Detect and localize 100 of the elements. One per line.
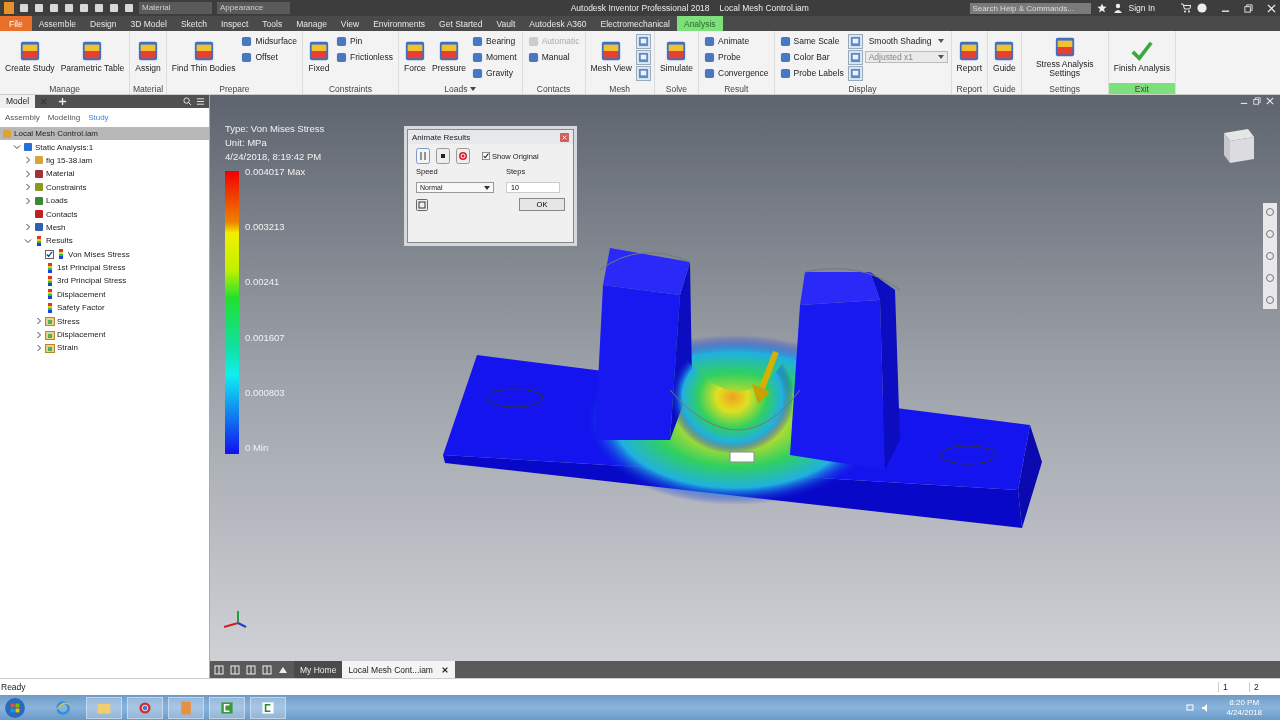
- tree-item[interactable]: Strain: [57, 343, 78, 353]
- expand-icon[interactable]: [35, 317, 43, 326]
- menu-tab[interactable]: Inspect: [213, 16, 256, 31]
- start-button[interactable]: [4, 696, 26, 719]
- checkbox[interactable]: [482, 152, 490, 160]
- ribbon-button[interactable]: Bearing: [470, 35, 519, 47]
- menu-tab[interactable]: Autodesk A360: [522, 16, 594, 31]
- close-icon[interactable]: [440, 665, 449, 674]
- restore-icon[interactable]: [1244, 3, 1253, 13]
- tree-item[interactable]: Results: [46, 236, 73, 246]
- sign-in-link[interactable]: Sign In: [1128, 3, 1155, 13]
- menu-tab[interactable]: Analysis: [676, 16, 723, 31]
- tree-item[interactable]: 3rd Principal Stress: [57, 276, 127, 286]
- menu-tab[interactable]: Manage: [289, 16, 334, 31]
- record-button[interactable]: [456, 148, 470, 164]
- navigation-icon[interactable]: [1265, 207, 1275, 217]
- menu-tab[interactable]: 3D Model: [123, 16, 174, 31]
- icon-button[interactable]: [847, 33, 863, 49]
- ribbon-button[interactable]: Probe Labels: [777, 67, 846, 79]
- ribbon-button[interactable]: Force: [401, 40, 428, 74]
- browser-mode-tab[interactable]: Modeling: [47, 113, 81, 122]
- plus-icon[interactable]: [58, 97, 68, 106]
- ribbon-button[interactable]: Animate: [702, 35, 771, 47]
- ribbon-button[interactable]: Fixed: [306, 40, 332, 74]
- expand-icon[interactable]: [24, 169, 32, 178]
- tree-item[interactable]: Loads: [46, 196, 68, 206]
- ribbon-button[interactable]: Convergence: [702, 67, 771, 79]
- ribbon-button[interactable]: Offset: [239, 51, 299, 63]
- expand-icon[interactable]: [24, 183, 32, 192]
- menu-tab[interactable]: Vault: [489, 16, 523, 31]
- close-button[interactable]: [560, 132, 569, 142]
- ribbon-button[interactable]: Midsurface: [239, 35, 299, 47]
- icon-button[interactable]: [635, 33, 651, 49]
- ribbon-button[interactable]: Manual: [525, 51, 582, 63]
- ribbon-button[interactable]: Frictionless: [334, 51, 395, 63]
- icon-button[interactable]: [635, 65, 651, 81]
- tree-item[interactable]: Displacement: [57, 289, 106, 299]
- tree-item[interactable]: Contacts: [46, 209, 78, 219]
- icon-button[interactable]: [635, 49, 651, 65]
- tree-item[interactable]: Material: [46, 169, 75, 179]
- tree-item[interactable]: Stress: [57, 316, 80, 326]
- ribbon-button[interactable]: Gravity: [470, 67, 519, 79]
- search-field[interactable]: Search Help & Commands...: [969, 2, 1091, 14]
- navigation-icon[interactable]: [1265, 251, 1275, 261]
- search-icon[interactable]: [183, 97, 192, 106]
- ribbon-button[interactable]: Find Thin Bodies: [169, 40, 238, 74]
- collapse-icon[interactable]: [13, 143, 21, 152]
- menu-tab[interactable]: View: [333, 16, 367, 31]
- tree-item[interactable]: Safety Factor: [57, 303, 105, 313]
- expand-icon[interactable]: [35, 343, 43, 352]
- tree-item[interactable]: fig 15-38.iam: [46, 155, 93, 165]
- help-icon[interactable]: [1197, 3, 1207, 13]
- menu-tab[interactable]: Sketch: [173, 16, 214, 31]
- ribbon-button[interactable]: Pin: [334, 35, 395, 47]
- menu-tab[interactable]: Environments: [366, 16, 433, 31]
- ribbon-button[interactable]: Assign: [133, 40, 163, 74]
- user-icon[interactable]: [1112, 3, 1123, 13]
- tree-item[interactable]: Static Analysis:1: [35, 142, 94, 152]
- document-tab[interactable]: Local Mesh Cont...iam: [342, 661, 455, 678]
- ribbon-button[interactable]: Same Scale: [777, 35, 846, 47]
- app-icon[interactable]: [250, 696, 286, 719]
- tree-item[interactable]: Displacement: [57, 330, 106, 340]
- tree-item[interactable]: Mesh: [46, 222, 66, 232]
- cart-icon[interactable]: [1181, 3, 1191, 13]
- browser-mode-tab[interactable]: Study: [88, 113, 109, 122]
- document-tab[interactable]: My Home: [294, 661, 343, 678]
- ribbon-button[interactable]: Stress Analysis Settings: [1024, 35, 1105, 79]
- layout-icon[interactable]: [230, 664, 240, 675]
- dropdown[interactable]: Smooth Shading: [864, 35, 948, 47]
- ribbon-button[interactable]: Simulate: [657, 40, 695, 74]
- star-icon[interactable]: [1096, 3, 1107, 13]
- layout-icon[interactable]: [214, 664, 224, 675]
- tree-item[interactable]: Constraints: [46, 182, 87, 192]
- menu-tab[interactable]: Assemble: [31, 16, 84, 31]
- navigation-icon[interactable]: [1265, 295, 1275, 305]
- browser-mode-tab[interactable]: Assembly: [5, 113, 40, 122]
- menu-tab[interactable]: Design: [83, 16, 124, 31]
- layout-icon[interactable]: [262, 664, 272, 675]
- ribbon-button[interactable]: Moment: [470, 51, 519, 63]
- layout-icon[interactable]: [246, 664, 256, 675]
- expand-icon[interactable]: [35, 330, 43, 339]
- navigation-icon[interactable]: [1265, 229, 1275, 239]
- ribbon-button[interactable]: Probe: [702, 51, 771, 63]
- material-dropdown[interactable]: Material: [139, 2, 212, 14]
- browser-icon[interactable]: [127, 696, 163, 719]
- navigation-icon[interactable]: [1265, 273, 1275, 283]
- checkbox[interactable]: [45, 249, 54, 259]
- icon-button[interactable]: [847, 65, 863, 81]
- app-icon[interactable]: [209, 696, 245, 719]
- expand-icon[interactable]: [24, 223, 32, 232]
- restore-icon[interactable]: [1253, 97, 1261, 105]
- ribbon-button[interactable]: Color Bar: [777, 51, 846, 63]
- stop-button[interactable]: [436, 148, 450, 164]
- expand-icon[interactable]: [24, 196, 32, 205]
- ribbon-button[interactable]: Report: [954, 40, 985, 74]
- ribbon-button[interactable]: Create Study: [3, 40, 57, 74]
- collapse-icon[interactable]: [24, 236, 32, 245]
- ribbon-button[interactable]: Guide: [991, 40, 1018, 74]
- ribbon-button[interactable]: Mesh View: [588, 40, 634, 74]
- finish-button[interactable]: Finish Analysis: [1111, 40, 1172, 74]
